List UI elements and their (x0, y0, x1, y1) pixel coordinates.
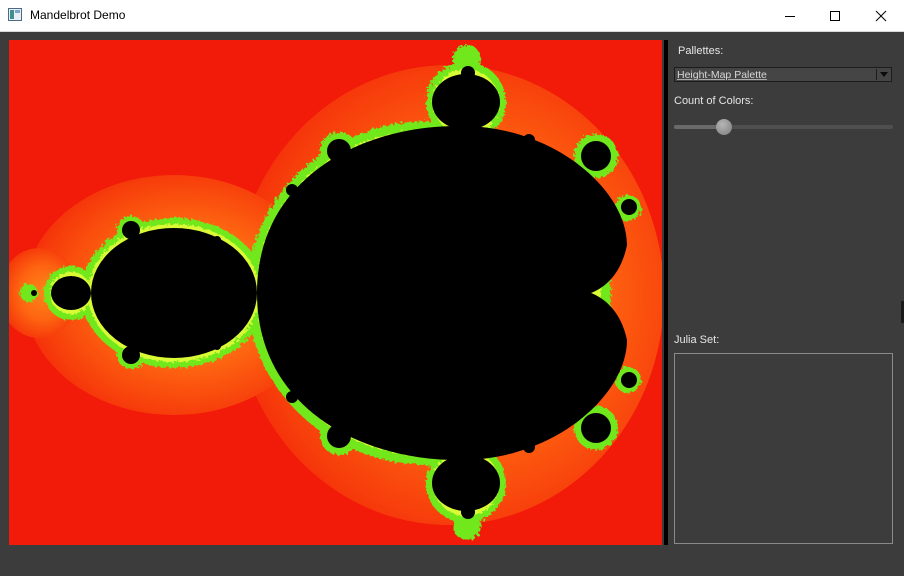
splitter-handle[interactable] (664, 40, 668, 545)
app-window-icon (8, 8, 22, 21)
chevron-down-icon[interactable] (876, 69, 890, 80)
title-bar: Mandelbrot Demo (0, 0, 904, 32)
slider-handle[interactable] (716, 119, 732, 135)
count-of-colors-label: Count of Colors: (674, 95, 754, 107)
window-title: Mandelbrot Demo (30, 8, 126, 22)
palette-selected-value: Height-Map Palette (677, 69, 767, 81)
pallettes-label: Pallettes: (678, 45, 724, 57)
julia-set-view[interactable] (674, 353, 893, 544)
julia-set-label: Julia Set: (674, 334, 720, 346)
minimize-button[interactable] (767, 0, 813, 31)
close-button[interactable] (858, 0, 904, 31)
maximize-icon (830, 10, 840, 21)
maximize-button[interactable] (812, 0, 858, 31)
palette-dropdown[interactable]: Height-Map Palette (674, 67, 892, 82)
mandelbrot-view[interactable] (9, 40, 662, 545)
count-of-colors-slider[interactable] (674, 118, 893, 136)
close-icon (875, 10, 887, 21)
mandelbrot-render (9, 40, 662, 545)
minimize-icon (785, 15, 795, 17)
